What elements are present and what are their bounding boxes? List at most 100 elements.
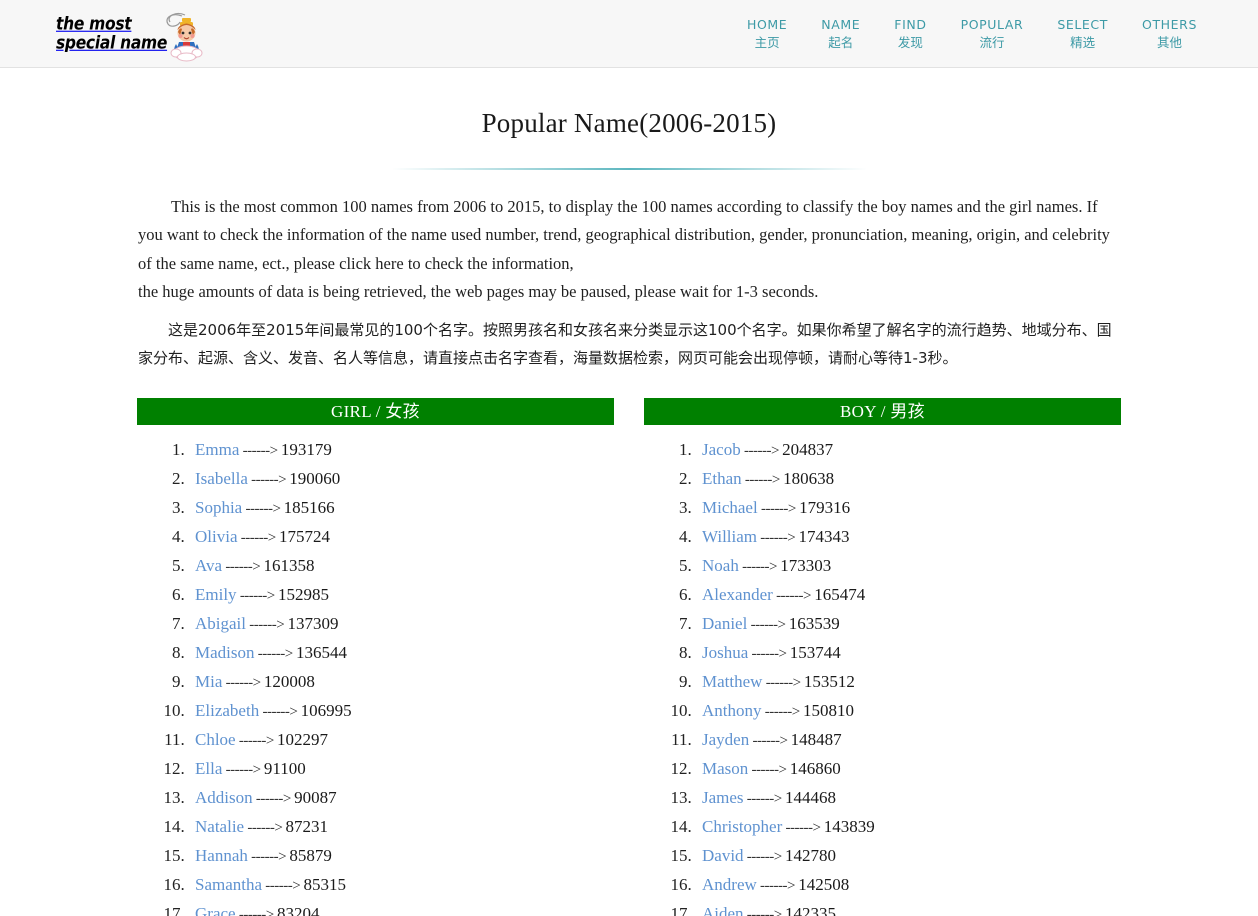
name-link[interactable]: Anthony <box>702 701 762 720</box>
girl-name-list: Emma ------> 193179Isabella ------> 1900… <box>137 436 614 916</box>
nav-label-en: SELECT <box>1057 16 1108 32</box>
intro-section: This is the most common 100 names from 2… <box>138 193 1120 373</box>
name-count: 161358 <box>263 555 315 575</box>
name-link[interactable]: Natalie <box>195 817 244 836</box>
name-count: 136544 <box>295 642 347 662</box>
name-link[interactable]: Michael <box>702 498 758 517</box>
name-count: 150810 <box>802 700 854 720</box>
name-count: 163539 <box>788 613 840 633</box>
name-list-item: Ethan ------> 180638 <box>696 465 1121 494</box>
arrow-separator: ------> <box>762 674 804 691</box>
name-link[interactable]: Ava <box>195 556 222 575</box>
name-link[interactable]: Emma <box>195 440 239 459</box>
name-link[interactable]: Emily <box>195 585 237 604</box>
page-content: Popular Name(2006-2015) This is the most… <box>0 108 1258 916</box>
name-link[interactable]: Mia <box>195 672 222 691</box>
name-link[interactable]: Alexander <box>702 585 773 604</box>
name-link[interactable]: Ella <box>195 759 222 778</box>
name-link[interactable]: Samantha <box>195 875 262 894</box>
nav-label-en: OTHERS <box>1142 16 1197 32</box>
name-count: 153512 <box>803 671 855 691</box>
name-list-item: Isabella ------> 190060 <box>189 465 614 494</box>
name-count: 180638 <box>783 468 835 488</box>
name-link[interactable]: Sophia <box>195 498 242 517</box>
name-link[interactable]: Isabella <box>195 469 248 488</box>
name-list-item: Alexander ------> 165474 <box>696 581 1121 610</box>
name-list-item: Hannah ------> 85879 <box>189 842 614 871</box>
arrow-separator: ------> <box>743 848 785 865</box>
site-logo[interactable]: the most special name <box>56 6 206 62</box>
name-link[interactable]: Jayden <box>702 730 749 749</box>
name-link[interactable]: Abigail <box>195 614 246 633</box>
name-list-item: Jayden ------> 148487 <box>696 726 1121 755</box>
name-link[interactable]: Daniel <box>702 614 747 633</box>
name-count: 148487 <box>790 729 842 749</box>
name-link[interactable]: Ethan <box>702 469 742 488</box>
name-list-item: Daniel ------> 163539 <box>696 610 1121 639</box>
name-list-item: Olivia ------> 175724 <box>189 523 614 552</box>
name-link[interactable]: Aiden <box>702 904 744 916</box>
name-link[interactable]: Mason <box>702 759 748 778</box>
name-link[interactable]: Madison <box>195 643 255 662</box>
arrow-separator: ------> <box>259 703 301 720</box>
title-divider <box>391 168 867 170</box>
nav-item-home[interactable]: HOME 主页 <box>730 16 804 52</box>
name-link[interactable]: Matthew <box>702 672 762 691</box>
logo-wordmark: the most special name <box>56 15 167 52</box>
name-link[interactable]: Noah <box>702 556 739 575</box>
name-link[interactable]: Joshua <box>702 643 748 662</box>
name-link[interactable]: Jacob <box>702 440 741 459</box>
name-link[interactable]: Hannah <box>195 846 248 865</box>
name-count: 204837 <box>782 439 834 459</box>
arrow-separator: ------> <box>254 645 296 662</box>
name-link[interactable]: Chloe <box>195 730 236 749</box>
name-list-item: Chloe ------> 102297 <box>189 726 614 755</box>
nav-item-popular[interactable]: POPULAR 流行 <box>944 16 1041 52</box>
nav-item-find[interactable]: FIND 发现 <box>877 16 943 52</box>
name-list-item: Noah ------> 173303 <box>696 552 1121 581</box>
name-link[interactable]: William <box>702 527 757 546</box>
name-link[interactable]: Olivia <box>195 527 238 546</box>
name-link[interactable]: Elizabeth <box>195 701 259 720</box>
nav-item-others[interactable]: OTHERS 其他 <box>1125 16 1214 52</box>
name-link[interactable]: Grace <box>195 904 236 916</box>
name-count: 137309 <box>287 613 339 633</box>
name-count: 142780 <box>784 845 836 865</box>
name-count: 165474 <box>814 584 866 604</box>
nav-item-select[interactable]: SELECT 精选 <box>1040 16 1125 52</box>
arrow-separator: ------> <box>743 906 785 916</box>
name-list-item: Addison ------> 90087 <box>189 784 614 813</box>
arrow-separator: ------> <box>782 819 824 836</box>
name-columns: GIRL / 女孩 Emma ------> 193179Isabella --… <box>137 397 1121 916</box>
arrow-separator: ------> <box>747 616 789 633</box>
name-link[interactable]: Andrew <box>702 875 757 894</box>
name-list-item: Natalie ------> 87231 <box>189 813 614 842</box>
girl-column: GIRL / 女孩 Emma ------> 193179Isabella --… <box>137 397 614 916</box>
name-link[interactable]: Addison <box>195 788 253 807</box>
nav-label-cn: 起名 <box>828 34 854 50</box>
intro-paragraph-cn: 这是2006年至2015年间最常见的100个名字。按照男孩名和女孩名来分类显示这… <box>138 320 1112 368</box>
name-link[interactable]: James <box>702 788 744 807</box>
arrow-separator: ------> <box>242 500 284 517</box>
nav-label-cn: 主页 <box>754 34 780 50</box>
name-link[interactable]: Christopher <box>702 817 782 836</box>
nav-label-cn: 精选 <box>1070 34 1096 50</box>
nav-item-name[interactable]: NAME 起名 <box>804 16 877 52</box>
arrow-separator: ------> <box>235 906 278 916</box>
name-list-item: Anthony ------> 150810 <box>696 697 1121 726</box>
intro-paragraph-en-2: the huge amounts of data is being retrie… <box>138 282 819 302</box>
arrow-separator: ------> <box>237 529 279 546</box>
name-count: 106995 <box>300 700 352 720</box>
main-navigation: HOME 主页 NAME 起名 FIND 发现 POPULAR 流行 SELEC… <box>730 16 1214 52</box>
name-count: 185166 <box>283 497 335 517</box>
name-count: 91100 <box>263 758 306 778</box>
name-link[interactable]: David <box>702 846 744 865</box>
name-count: 85315 <box>303 874 346 894</box>
arrow-separator: ------> <box>761 703 803 720</box>
arrow-separator: ------> <box>236 587 278 604</box>
arrow-separator: ------> <box>222 558 264 575</box>
name-count: 85879 <box>289 845 332 865</box>
name-list-item: Abigail ------> 137309 <box>189 610 614 639</box>
name-list-item: Jacob ------> 204837 <box>696 436 1121 465</box>
nav-label-cn: 流行 <box>979 34 1005 50</box>
